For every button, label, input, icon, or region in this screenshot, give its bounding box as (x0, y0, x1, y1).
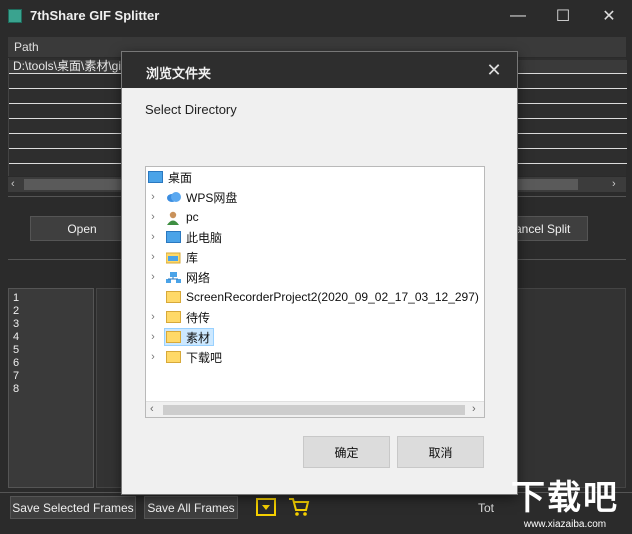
app-icon (8, 9, 22, 23)
chevron-right-icon[interactable]: › (148, 211, 158, 223)
folder-icon (166, 311, 181, 323)
tree-item-label: 此电脑 (186, 230, 223, 245)
folder-tree[interactable]: 桌面 › WPS网盘 › pc › 此电脑 › 库 › 网络 ScreenRec… (145, 166, 485, 418)
folder-icon (166, 351, 181, 363)
tree-item-label: 下载吧 (186, 350, 223, 365)
desktop-icon (148, 171, 163, 183)
tree-item-label: 库 (186, 250, 199, 265)
list-item[interactable]: 2 (13, 305, 89, 318)
list-item[interactable]: 3 (13, 318, 89, 331)
total-label: Tot (478, 501, 495, 515)
ok-button[interactable]: 确定 (303, 436, 390, 468)
tree-item-wps[interactable]: › WPS网盘 (146, 187, 484, 207)
scroll-right-icon[interactable]: › (612, 178, 616, 190)
cloud-icon (166, 191, 181, 203)
tree-item-label: pc (186, 210, 199, 224)
list-item[interactable]: 8 (13, 383, 89, 396)
save-all-frames-button[interactable]: Save All Frames (144, 496, 238, 519)
folder-icon (166, 331, 181, 343)
maximize-button[interactable]: ☐ (540, 0, 586, 32)
scroll-left-icon[interactable]: ‹ (11, 178, 15, 190)
tree-item-network[interactable]: › 网络 (146, 267, 484, 287)
library-icon (165, 251, 181, 264)
watermark-logo-text: 下载吧 (511, 479, 619, 517)
tree-item-xiazaiba[interactable]: › 下载吧 (146, 347, 484, 367)
tree-item-daichuan[interactable]: › 待传 (146, 307, 484, 327)
computer-icon (166, 231, 181, 243)
tree-item-sucai[interactable]: › 素材 (146, 327, 484, 347)
tree-item-screenrecorder[interactable]: ScreenRecorderProject2(2020_09_02_17_03_… (146, 287, 484, 307)
tree-item-label: 待传 (186, 310, 211, 325)
dropdown-icon[interactable] (256, 498, 276, 516)
watermark-url: www.xiazaiba.com (523, 519, 607, 530)
tree-item-library[interactable]: › 库 (146, 247, 484, 267)
cancel-button[interactable]: 取消 (397, 436, 484, 468)
watermark-logo: 下载吧 www.xiazaiba.com (498, 478, 632, 534)
chevron-right-icon[interactable]: › (148, 331, 158, 343)
tree-item-label: 桌面 (168, 170, 193, 185)
user-icon (166, 211, 181, 225)
chevron-right-icon[interactable]: › (148, 351, 158, 363)
save-selected-frames-button[interactable]: Save Selected Frames (10, 496, 136, 519)
folder-icon (166, 291, 181, 303)
dialog-subtitle: Select Directory (145, 102, 237, 117)
close-button[interactable]: ✕ (586, 0, 632, 32)
scroll-right-icon[interactable]: › (472, 403, 476, 415)
list-item[interactable]: 4 (13, 331, 89, 344)
tree-item-label: ScreenRecorderProject2(2020_09_02_17_03_… (186, 290, 479, 304)
dialog-title: 浏览文件夹 (146, 66, 212, 81)
tree-item-desktop[interactable]: 桌面 (146, 167, 484, 187)
chevron-right-icon[interactable]: › (148, 231, 158, 243)
dialog-close-button[interactable]: ✕ (480, 58, 508, 82)
cart-icon[interactable] (288, 497, 310, 517)
cancel-split-button[interactable]: ancel Split (512, 216, 588, 241)
scrollbar-thumb[interactable] (163, 405, 465, 415)
list-item[interactable]: 1 (13, 292, 89, 305)
tree-scrollbar[interactable]: ‹ › (146, 401, 484, 417)
tree-item-label: WPS网盘 (186, 190, 238, 205)
scroll-left-icon[interactable]: ‹ (150, 403, 154, 415)
network-icon (166, 271, 181, 283)
list-item[interactable]: 6 (13, 357, 89, 370)
chevron-right-icon[interactable]: › (148, 191, 158, 203)
open-button[interactable]: Open (30, 216, 134, 241)
tree-item-this-pc[interactable]: › 此电脑 (146, 227, 484, 247)
chevron-right-icon[interactable]: › (148, 251, 158, 263)
tree-item-label: 素材 (186, 330, 211, 345)
app-title: 7thShare GIF Splitter (30, 8, 160, 23)
chevron-right-icon[interactable]: › (148, 271, 158, 283)
chevron-right-icon[interactable]: › (148, 311, 158, 323)
minimize-button[interactable]: — (495, 0, 541, 32)
tree-item-pc-user[interactable]: › pc (146, 207, 484, 227)
tree-item-label: 网络 (186, 270, 211, 285)
list-item[interactable]: 7 (13, 370, 89, 383)
browse-folder-dialog: 浏览文件夹 ✕ Select Directory 桌面 › WPS网盘 › pc… (122, 52, 517, 494)
list-item[interactable]: 5 (13, 344, 89, 357)
frame-list[interactable]: 1 2 3 4 5 6 7 8 (8, 288, 94, 488)
